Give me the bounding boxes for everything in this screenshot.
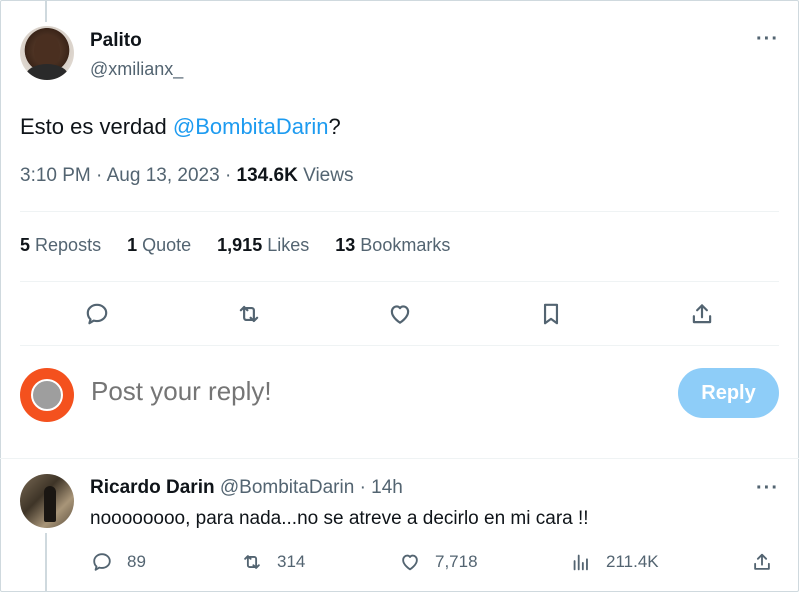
divider: [20, 211, 779, 212]
reply-text: noooooooo, para nada...no se atreve a de…: [90, 508, 589, 529]
reply-icon: [86, 303, 108, 325]
reposts-count: 5: [20, 235, 31, 255]
reply-more-options-icon[interactable]: ···: [756, 477, 779, 500]
tweet-date[interactable]: Aug 13, 2023: [107, 165, 220, 186]
action-bar: [0, 296, 799, 332]
tweet-text: Esto es verdad @BombitaDarin?: [20, 114, 341, 140]
reply-views-count: 211.4K: [606, 552, 659, 571]
avatar-body: [25, 64, 69, 80]
reply-input[interactable]: [91, 376, 651, 407]
reply-repost-button[interactable]: 314: [241, 548, 305, 576]
tweet-time[interactable]: 3:10 PM: [20, 165, 91, 186]
user-avatar: [20, 368, 74, 422]
quote-count: 1: [127, 235, 138, 255]
author-handle[interactable]: @xmilianx_: [90, 59, 183, 80]
views-count: 134.6K: [236, 165, 298, 186]
meta-separator: ·: [224, 165, 237, 186]
avatar-figure: [44, 486, 56, 522]
share-button[interactable]: [684, 296, 720, 332]
repost-button[interactable]: [231, 296, 267, 332]
reply-button[interactable]: [79, 296, 115, 332]
bookmarks-label: Bookmarks: [360, 235, 451, 255]
tweet-meta: 3:10 PM · Aug 13, 2023 · 134.6K Views: [20, 165, 353, 187]
like-icon: [402, 554, 418, 571]
divider: [0, 458, 799, 459]
reply-likes-count: 7,718: [435, 552, 478, 571]
share-icon: [754, 553, 770, 570]
thread-line-top: [45, 0, 47, 22]
quote-label: Quote: [142, 235, 192, 255]
reposts-label: Reposts: [35, 235, 102, 255]
reply-age[interactable]: 14h: [371, 477, 403, 498]
bookmark-button[interactable]: [533, 296, 569, 332]
like-button[interactable]: [382, 296, 418, 332]
mention-link[interactable]: @BombitaDarin: [173, 114, 329, 139]
reply-reposts-count: 314: [277, 552, 306, 571]
reply-replies-count: 89: [127, 552, 146, 571]
avatar-face: [34, 34, 60, 68]
quote-stat[interactable]: 1 Quote: [127, 235, 191, 256]
reply-submit-button[interactable]: Reply: [678, 368, 779, 418]
likes-stat[interactable]: 1,915 Likes: [217, 235, 309, 256]
author-name[interactable]: Palito: [90, 30, 142, 52]
views-icon: [573, 554, 588, 571]
like-icon: [390, 305, 410, 324]
repost-icon: [244, 555, 260, 569]
views-label: Views: [303, 165, 354, 186]
share-icon: [692, 304, 712, 324]
avatar-placeholder: [31, 379, 63, 411]
bookmark-icon: [543, 303, 559, 325]
repost-icon: [239, 305, 259, 323]
bookmarks-stat[interactable]: 13 Bookmarks: [335, 235, 450, 256]
reply-author-name[interactable]: Ricardo Darin: [90, 477, 215, 498]
meta-separator: ·: [96, 165, 107, 186]
more-options-icon[interactable]: ···: [756, 28, 779, 51]
reply-separator: ·: [359, 477, 366, 498]
reply-header: Ricardo Darin @BombitaDarin · 14h: [90, 477, 403, 499]
tweet-text-suffix: ?: [328, 114, 341, 139]
reply-views-button[interactable]: 211.4K: [570, 548, 659, 576]
reply-share-button[interactable]: [751, 548, 773, 576]
reply-reply-button[interactable]: 89: [91, 548, 146, 576]
bookmarks-count: 13: [335, 235, 356, 255]
reply-author-avatar[interactable]: [20, 474, 74, 528]
engagement-stats: 5 Reposts 1 Quote 1,915 Likes 13 Bookmar…: [20, 235, 450, 256]
likes-label: Likes: [267, 235, 310, 255]
reply-action-bar: 89 314 7,718 211.4K: [0, 548, 799, 576]
reply-like-button[interactable]: 7,718: [399, 548, 478, 576]
divider: [20, 281, 779, 282]
divider: [20, 345, 779, 346]
tweet-text-prefix: Esto es verdad: [20, 114, 173, 139]
reposts-stat[interactable]: 5 Reposts: [20, 235, 101, 256]
author-avatar[interactable]: [20, 26, 74, 80]
reply-author-handle[interactable]: @BombitaDarin: [220, 477, 354, 498]
reply-icon: [93, 553, 111, 571]
likes-count: 1,915: [217, 235, 263, 255]
